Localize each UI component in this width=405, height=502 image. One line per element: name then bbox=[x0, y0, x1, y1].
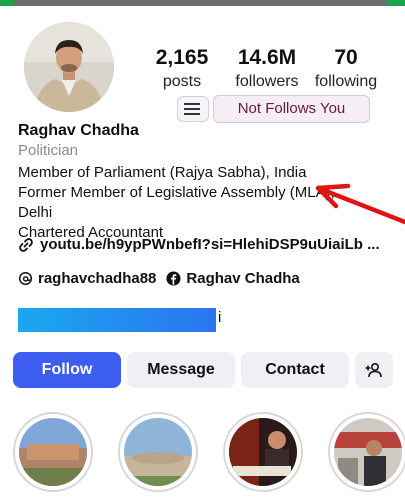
facebook-name[interactable]: Raghav Chadha bbox=[186, 270, 299, 287]
profile-stats: 2,165 posts 14.6M followers 70 following bbox=[150, 46, 390, 96]
following-count: 70 bbox=[334, 46, 358, 69]
highlight-thumbnail bbox=[19, 418, 87, 486]
bio-line: Former Member of Legislative Assembly (M… bbox=[18, 184, 335, 201]
top-edge-band bbox=[0, 0, 405, 6]
story-highlight[interactable] bbox=[223, 412, 303, 492]
profile-link-text: youtu.be/h9ypPWnbefI?si=HlehiDSP9uUiaiLb… bbox=[40, 236, 380, 253]
top-edge-green-left bbox=[0, 0, 14, 6]
posts-stat[interactable]: 2,165 posts bbox=[150, 46, 214, 94]
threads-handle[interactable]: raghavchadha88 bbox=[38, 270, 156, 287]
menu-bar bbox=[186, 103, 200, 105]
menu-bar bbox=[186, 108, 200, 110]
highlight-thumbnail bbox=[229, 418, 297, 486]
menu-list-button[interactable] bbox=[177, 96, 209, 122]
profile-avatar[interactable] bbox=[24, 22, 114, 112]
posts-count: 2,165 bbox=[155, 46, 209, 69]
followers-count: 14.6M bbox=[237, 46, 297, 69]
message-button[interactable]: Message bbox=[127, 352, 235, 388]
profile-link[interactable]: youtu.be/h9ypPWnbefI?si=HlehiDSP9uUiaiLb… bbox=[18, 236, 380, 253]
profile-name: Raghav Chadha bbox=[18, 122, 139, 139]
highlight-image bbox=[229, 418, 297, 486]
avatar-photo bbox=[24, 22, 114, 112]
redacted-text-tail: i bbox=[218, 309, 222, 326]
link-icon bbox=[19, 237, 33, 252]
profile-bio: Member of Parliament (Rajya Sabha), Indi… bbox=[18, 163, 398, 243]
story-highlight[interactable] bbox=[118, 412, 198, 492]
following-label: following bbox=[314, 73, 378, 90]
top-edge-green-right bbox=[387, 0, 405, 6]
story-highlight[interactable] bbox=[13, 412, 93, 492]
contact-button[interactable]: Contact bbox=[241, 352, 349, 388]
highlight-thumbnail bbox=[334, 418, 402, 486]
posts-label: posts bbox=[162, 73, 202, 90]
social-links: raghavchadha88 Raghav Chadha bbox=[18, 270, 300, 287]
following-stat[interactable]: 70 following bbox=[310, 46, 382, 94]
threads-icon bbox=[18, 271, 33, 286]
highlight-image bbox=[19, 418, 87, 486]
followers-stat[interactable]: 14.6M followers bbox=[230, 46, 304, 94]
story-highlight[interactable] bbox=[328, 412, 405, 492]
redaction-bar bbox=[18, 308, 216, 332]
followers-label: followers bbox=[235, 73, 299, 90]
highlight-image bbox=[334, 418, 402, 486]
follow-button[interactable]: Follow bbox=[13, 352, 121, 388]
add-person-icon bbox=[365, 362, 382, 378]
not-follows-you-badge[interactable]: Not Follows You bbox=[213, 95, 370, 123]
highlight-image bbox=[124, 418, 192, 486]
bio-line: Member of Parliament (Rajya Sabha), Indi… bbox=[18, 164, 307, 181]
highlight-thumbnail bbox=[124, 418, 192, 486]
facebook-icon bbox=[166, 271, 181, 286]
bio-line: Delhi bbox=[18, 204, 53, 221]
menu-bar bbox=[186, 113, 200, 115]
add-person-button[interactable] bbox=[355, 352, 393, 388]
profile-category: Politician bbox=[18, 142, 79, 159]
